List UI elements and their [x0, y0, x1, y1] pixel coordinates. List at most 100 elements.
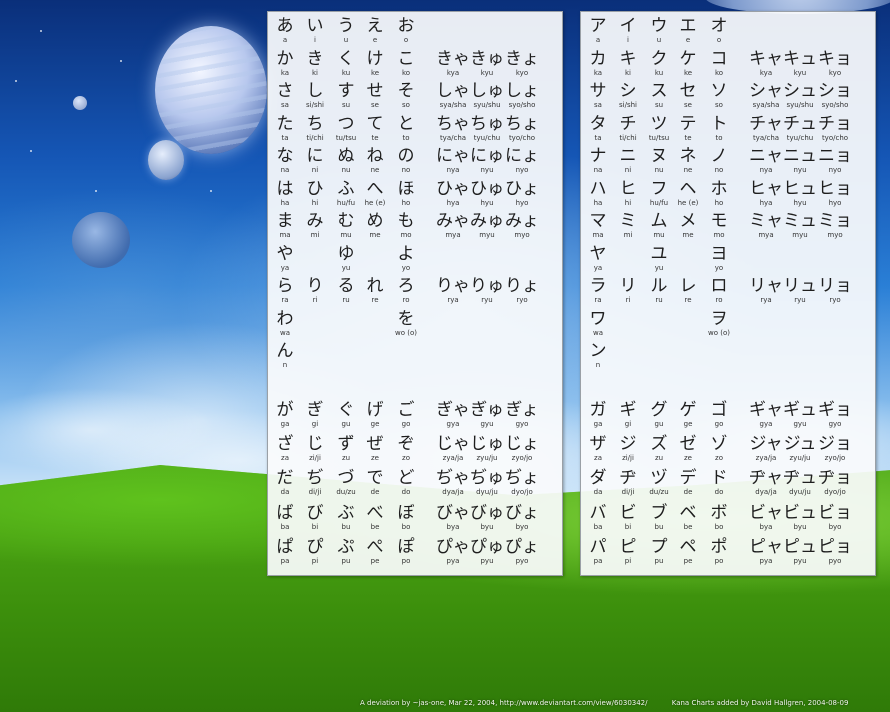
romaji-label: gyo — [515, 420, 529, 428]
hiragana-character: びょ — [505, 502, 539, 523]
romaji-label: ko — [401, 68, 411, 77]
romaji-label: do — [714, 488, 724, 497]
katakana-cell: ト to — [704, 114, 734, 147]
romaji-label: myo — [827, 231, 843, 239]
katakana-character: リュ — [783, 276, 817, 296]
katakana-character: ゼ — [679, 434, 697, 455]
hiragana-character: す — [337, 81, 355, 101]
katakana-character: ジョ — [818, 434, 852, 455]
katakana-character: ミ — [619, 211, 637, 231]
hiragana-character: ぴ — [306, 536, 324, 557]
romaji-label: byo — [828, 522, 842, 531]
katakana-character: ヘ — [679, 178, 697, 199]
katakana-character: ロ — [710, 276, 728, 296]
hiragana-character: ぎ — [306, 400, 324, 420]
katakana-cell: ビョ byo — [815, 503, 855, 536]
star — [210, 190, 212, 192]
hiragana-character: ね — [366, 146, 384, 166]
hiragana-character: ふ — [337, 178, 355, 199]
katakana-character: ワ — [589, 308, 607, 329]
katakana-cell: ド do — [704, 468, 734, 501]
romaji-label: nyo — [515, 166, 529, 174]
katakana-character: テ — [679, 113, 697, 134]
star — [30, 150, 32, 152]
katakana-character: キョ — [818, 48, 852, 69]
katakana-character: デ — [679, 468, 697, 489]
hiragana-character: え — [366, 16, 384, 36]
romaji-label: bo — [714, 522, 724, 531]
katakana-character: エ — [679, 16, 697, 36]
hiragana-character: れ — [366, 276, 384, 296]
romaji-label: to — [402, 133, 410, 142]
romaji-label: do — [401, 488, 411, 497]
hiragana-cell: ぞ zo — [391, 434, 421, 467]
hiragana-character: し — [306, 81, 324, 101]
katakana-cell: オo — [704, 16, 734, 49]
katakana-character: ケ — [679, 48, 697, 69]
katakana-cell: ソ so — [704, 81, 734, 114]
hiragana-character: きゅ — [470, 48, 504, 69]
hiragana-cell: じょ zyo/jo — [502, 434, 542, 467]
katakana-cell: チョ tyo/cho — [815, 114, 855, 147]
hiragana-character: け — [366, 48, 384, 69]
hiragana-cell: わ wa — [270, 309, 300, 342]
hiragana-character: ひ — [306, 178, 324, 199]
katakana-character: ウ — [650, 16, 668, 36]
romaji-label: go — [401, 420, 411, 428]
romaji-label: o — [716, 36, 722, 44]
katakana-character: ゾ — [710, 434, 728, 455]
katakana-cell: ボ bo — [704, 503, 734, 536]
hiragana-character: ぴゅ — [470, 536, 504, 557]
romaji-label: myo — [514, 231, 530, 239]
hiragana-cell: きょ kyo — [502, 49, 542, 82]
romaji-label: hyo — [515, 198, 529, 207]
hiragana-character: ぐ — [337, 400, 355, 420]
katakana-character: ト — [710, 113, 728, 134]
romaji-label: zyo/jo — [824, 454, 846, 463]
katakana-character: グ — [650, 400, 668, 420]
romaji-label: ko — [714, 68, 724, 77]
hiragana-character: しゅ — [470, 81, 504, 101]
katakana-character: シ — [619, 81, 637, 101]
hiragana-character: く — [337, 48, 355, 69]
hiragana-character: せ — [366, 81, 384, 101]
katakana-cell: ヂョ dyo/jo — [815, 468, 855, 501]
hiragana-character: ほ — [397, 178, 415, 199]
credit-text: A deviation by ~jas-one, Mar 22, 2004, h… — [360, 699, 648, 707]
hiragana-character: む — [337, 211, 355, 231]
hiragana-character: へ — [366, 178, 384, 199]
romaji-label: ro — [402, 296, 410, 304]
hiragana-character: ち — [306, 113, 324, 134]
hiragana-cell: ぼ bo — [391, 503, 421, 536]
hiragana-character: ぢ — [306, 468, 324, 489]
katakana-character: サ — [589, 81, 607, 101]
katakana-character: ペ — [679, 536, 697, 557]
romaji-label: zo — [402, 454, 410, 463]
hiragana-character: ぎゅ — [470, 400, 504, 420]
katakana-cell: ゴ go — [704, 400, 734, 433]
katakana-character: ス — [650, 81, 668, 101]
katakana-character: ヂョ — [818, 468, 852, 489]
katakana-character: シュ — [783, 81, 817, 101]
romaji-label: so — [402, 101, 410, 109]
katakana-character: ビュ — [783, 502, 817, 523]
katakana-chart: ア a イ i ウ u エ e オ o カ ka キ ki ク ku ケ ke コ ko キャ kya キュ kyu キョ kyo… — [580, 11, 876, 576]
katakana-character: ツ — [650, 113, 668, 134]
hiragana-character: だ — [276, 468, 294, 489]
katakana-character: フ — [650, 178, 668, 199]
katakana-character: ヨ — [710, 243, 728, 264]
hiragana-character: を — [397, 308, 415, 329]
katakana-character: ショ — [818, 81, 852, 101]
hiragana-character: ぱ — [276, 536, 294, 557]
hiragana-character: み — [306, 211, 324, 231]
hiragana-character: が — [276, 400, 294, 420]
romaji-label: gyo — [828, 420, 842, 428]
hiragana-character: ら — [276, 276, 294, 296]
katakana-cell: ンn — [583, 341, 613, 374]
romaji-label: tyo/cho — [508, 133, 536, 142]
katakana-character: ヒ — [619, 178, 637, 199]
katakana-character: タ — [589, 113, 607, 134]
star — [120, 60, 122, 62]
hiragana-character: ひゅ — [470, 178, 504, 199]
hiragana-cell: や ya — [270, 244, 300, 277]
